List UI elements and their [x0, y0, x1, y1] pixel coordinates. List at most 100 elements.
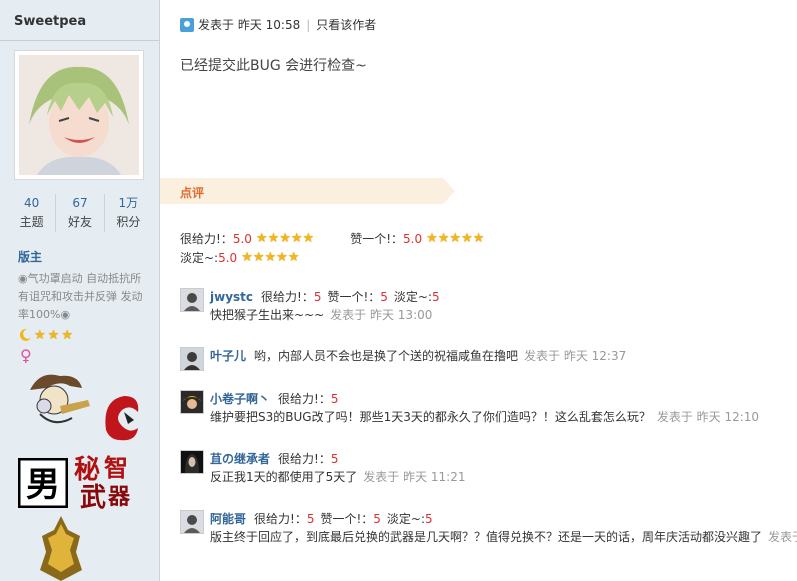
comment-rating-value: 5	[330, 452, 339, 466]
stat-topics[interactable]: 40 主题	[8, 194, 55, 232]
comment-item: jwystc 很给力!： 5 赞一个!： 5 淡定~: 5 快把猴子生出来~~~ 发表…	[180, 288, 446, 324]
post-meta: 发表于 昨天 10:58 | 只看该作者	[180, 16, 376, 33]
rating-line: 淡定~: 5.0 ★ ★ ★ ★ ★	[180, 249, 484, 267]
comment-rating-value: 5	[373, 512, 381, 526]
star-icon: ★	[252, 250, 265, 265]
star-icon: ★	[61, 328, 73, 343]
comment-text: 维护要把S3的BUG改了吗！那些1天3天的都永久了你们造吗？！这么乱套怎么玩？	[210, 410, 651, 424]
star-icon: ★	[302, 231, 315, 246]
rating-title: 点评	[180, 186, 205, 200]
separator: |	[306, 17, 311, 32]
stat-friends-num[interactable]: 67	[56, 194, 103, 212]
stat-topics-label: 主题	[19, 215, 44, 229]
author-name[interactable]: Sweetpea	[14, 14, 86, 29]
rating-header-band	[160, 178, 455, 204]
comment-rating-label: 淡定~:	[393, 290, 433, 304]
comment-rating-value: 5	[425, 512, 433, 526]
comment-rating-label: 很给力!：	[261, 290, 314, 304]
comment-time: 发表于	[768, 530, 797, 544]
comment-time: 发表于 昨天 12:37	[524, 349, 627, 363]
medal-icon[interactable]: 秘 智 武 器	[70, 450, 136, 510]
author-sidebar: Sweetpea 40 主题 67 好友 1万 积分 版主 ◉气功罩启动 自动抵…	[0, 0, 160, 581]
svg-text:智: 智	[104, 454, 128, 482]
comment-rating-label: 淡定~:	[386, 512, 426, 526]
commenter-name[interactable]: 阿能哥	[210, 510, 246, 528]
post-icon	[180, 17, 194, 32]
comment-item: 叶子儿 哟，内部人员不会也是换了个送的祝福咸鱼在撸吧 发表于 昨天 12:37	[180, 347, 626, 371]
moon-icon	[19, 328, 31, 341]
commenter-name[interactable]: 叶子儿	[210, 347, 246, 365]
svg-text:器: 器	[107, 485, 131, 510]
star-icon: ★	[267, 231, 280, 246]
commenter-name[interactable]: 小卷子啊丶	[210, 390, 270, 408]
stat-points[interactable]: 1万 积分	[103, 194, 152, 232]
comment-rating-label: 很给力!：	[278, 452, 331, 466]
commenter-avatar[interactable]	[180, 347, 204, 371]
stat-points-num[interactable]: 1万	[105, 194, 152, 212]
comment-item: 苴の继承者 很给力!： 5 反正我1天的都使用了5天了 发表于 昨天 11:21	[180, 450, 466, 486]
rating-score: 5.0	[218, 251, 238, 265]
comment-item: 阿能哥 很给力!： 5 赞一个!： 5 淡定~: 5 版主终于回应了，到底最后兑换的武…	[180, 510, 797, 546]
rating-label: 赞一个!：	[350, 232, 403, 246]
star-icon: ★	[279, 231, 291, 246]
comment-text: 哟，内部人员不会也是换了个送的祝福咸鱼在撸吧	[254, 349, 519, 363]
commenter-avatar[interactable]	[180, 390, 204, 414]
medal-icon[interactable]	[20, 370, 94, 428]
star-icon: ★	[449, 231, 461, 246]
avatar[interactable]	[14, 50, 144, 180]
sidebar-divider	[0, 40, 159, 41]
medal-icon[interactable]	[100, 390, 144, 444]
star-icon: ★	[255, 231, 268, 246]
star-icon: ★	[437, 231, 450, 246]
female-icon: ♀	[20, 346, 32, 365]
user-role[interactable]: 版主	[18, 248, 42, 265]
commenter-avatar[interactable]	[180, 510, 204, 534]
comment-rating-value: 5	[306, 512, 315, 526]
level-icons: ★ ★ ★	[18, 328, 73, 343]
star-icon: ★	[34, 328, 46, 343]
avatar-image	[19, 55, 139, 175]
star-icon: ★	[461, 231, 473, 246]
stat-friends[interactable]: 67 好友	[55, 194, 103, 232]
comment-rating-label: 很给力!：	[278, 392, 331, 406]
rating-line: 很给力!： 5.0 ★ ★ ★ ★ ★ 赞一个!： 5.0 ★ ★ ★ ★ ★	[180, 230, 484, 248]
comment-rating-value: 5	[313, 290, 322, 304]
comment-text: 反正我1天的都使用了5天了	[210, 470, 358, 484]
comment-time: 发表于 昨天 12:10	[656, 410, 760, 424]
medal-icon[interactable]	[36, 516, 86, 581]
post-body: 已经提交此BUG 会进行检查~	[180, 58, 367, 74]
medal-icon[interactable]: 男	[18, 458, 68, 508]
comment-rating-value: 5	[330, 392, 339, 406]
comment-rating-label: 很给力!：	[254, 512, 307, 526]
comment-rating-label: 赞一个!：	[327, 290, 381, 304]
comment-text: 快把猴子生出来~~~	[210, 308, 325, 322]
only-author-link[interactable]: 只看该作者	[316, 16, 376, 33]
commenter-name[interactable]: 苴の继承者	[210, 450, 270, 468]
comment-rating-value: 5	[380, 290, 388, 304]
post-time: 发表于 昨天 10:58	[198, 18, 301, 32]
comment-rating-label: 赞一个!：	[320, 512, 374, 526]
star-icon: ★	[287, 250, 300, 265]
svg-text:秘: 秘	[74, 454, 100, 485]
comment-rating-value: 5	[432, 290, 440, 304]
comment-item: 小卷子啊丶 很给力!： 5 维护要把S3的BUG改了吗！那些1天3天的都永久了你们…	[180, 390, 759, 426]
star-icon: ★	[290, 231, 303, 246]
stat-friends-label: 好友	[67, 215, 92, 229]
commenter-avatar[interactable]	[180, 450, 204, 474]
rating-score: 5.0	[232, 232, 252, 246]
star-icon: ★	[472, 231, 485, 246]
comment-text: 版主终于回应了，到底最后兑换的武器是几天啊？？值得兑换不？还是一天的话，周年庆活…	[210, 530, 763, 544]
stat-points-label: 积分	[116, 215, 141, 229]
stat-topics-num[interactable]: 40	[8, 194, 55, 212]
commenter-name[interactable]: jwystc	[210, 288, 253, 306]
star-icon: ★	[241, 250, 253, 265]
star-icon: ★	[426, 231, 438, 246]
user-signature: ◉气功罩启动 自动抵抗所有诅咒和攻击并反弹 发动率100%◉	[18, 272, 143, 321]
svg-text:武: 武	[80, 483, 106, 510]
rating-score: 5.0	[403, 232, 423, 246]
star-icon: ★	[264, 250, 277, 265]
comment-time: 发表于 昨天 13:00	[330, 308, 433, 322]
star-icon: ★	[47, 328, 60, 343]
rating-label: 淡定~:	[180, 251, 219, 265]
commenter-avatar[interactable]	[180, 288, 204, 312]
